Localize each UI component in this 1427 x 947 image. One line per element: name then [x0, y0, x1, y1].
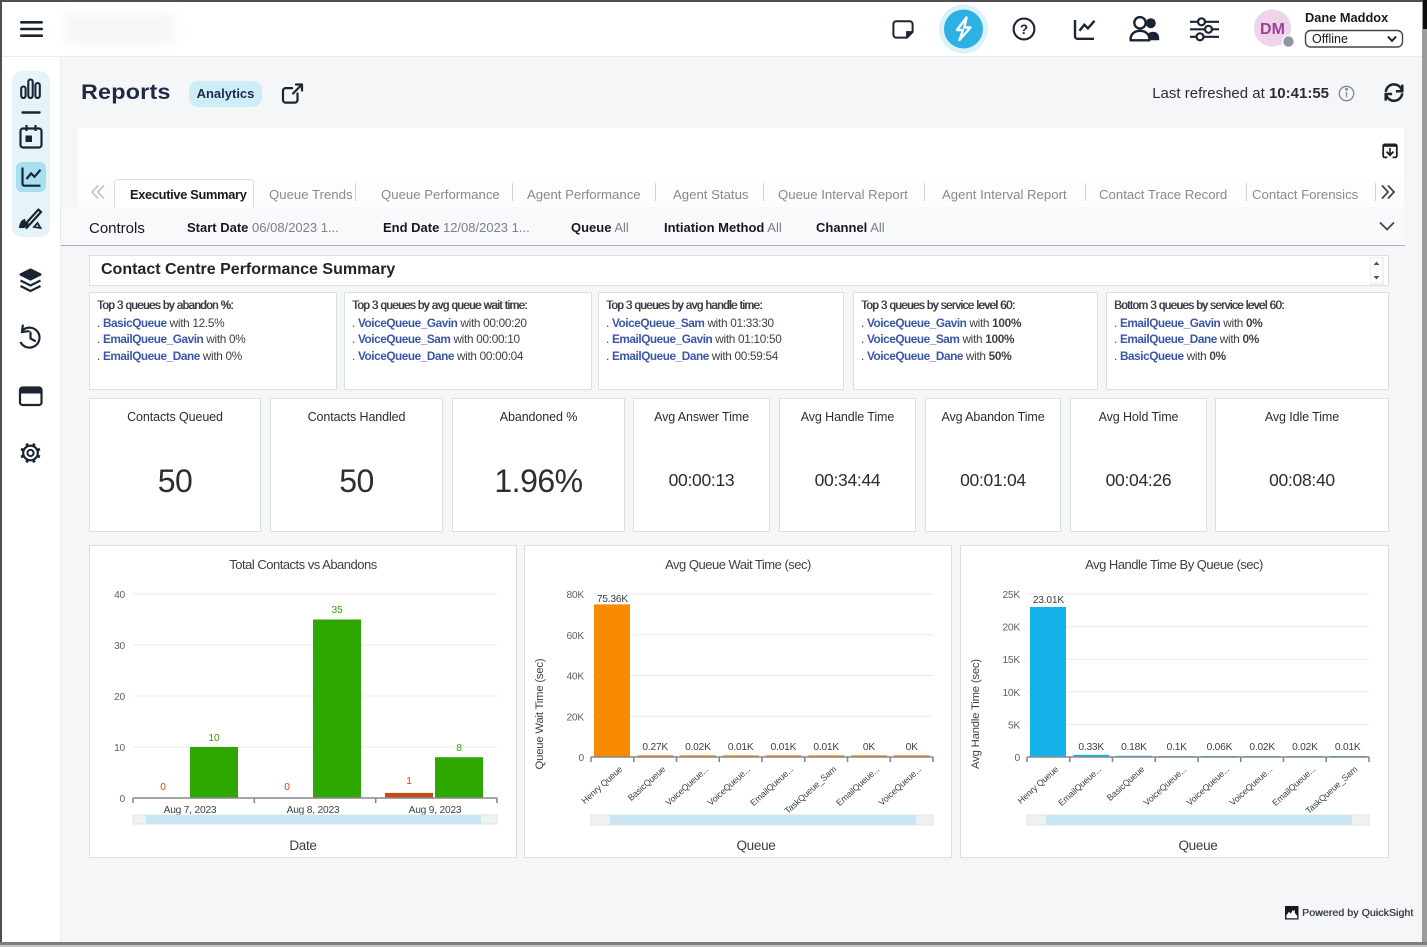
svg-text:20K: 20K — [1002, 623, 1020, 634]
svg-text:40: 40 — [114, 590, 125, 601]
svg-text:30: 30 — [114, 641, 125, 652]
svg-text:Avg Handle Time (sec): Avg Handle Time (sec) — [970, 659, 982, 769]
svg-text:75.36K: 75.36K — [597, 594, 628, 605]
svg-text:EmailQueue...: EmailQueue... — [748, 764, 795, 808]
svg-text:0.01K: 0.01K — [1335, 742, 1361, 753]
svg-text:VoiceQueue...: VoiceQueue... — [877, 764, 924, 808]
svg-text:35: 35 — [332, 605, 343, 616]
svg-text:Queue: Queue — [1178, 838, 1217, 853]
svg-text:0.33K: 0.33K — [1078, 742, 1104, 753]
svg-text:0: 0 — [160, 782, 166, 793]
svg-text:VoiceQueue...: VoiceQueue... — [1228, 764, 1275, 808]
svg-text:Total Contacts vs Abandons: Total Contacts vs Abandons — [229, 557, 377, 572]
svg-text:25K: 25K — [1002, 590, 1020, 601]
svg-text:15K: 15K — [1002, 655, 1020, 666]
svg-text:0.02K: 0.02K — [1249, 742, 1275, 753]
svg-text:20: 20 — [114, 692, 125, 703]
svg-text:Aug 8, 2023: Aug 8, 2023 — [287, 805, 340, 816]
svg-text:0.06K: 0.06K — [1207, 742, 1233, 753]
svg-text:60K: 60K — [566, 631, 584, 642]
svg-text:0.18K: 0.18K — [1121, 742, 1147, 753]
svg-text:0: 0 — [579, 753, 585, 764]
svg-text:10: 10 — [209, 733, 220, 744]
svg-text:VoiceQueue...: VoiceQueue... — [706, 764, 753, 808]
svg-text:10: 10 — [114, 743, 125, 754]
svg-text:0.27K: 0.27K — [642, 742, 668, 753]
svg-text:0.1K: 0.1K — [1167, 742, 1188, 753]
svg-text:?: ? — [1020, 22, 1028, 37]
svg-text:10K: 10K — [1002, 688, 1020, 699]
svg-text:Offline: Offline — [1312, 32, 1348, 46]
svg-text:Avg Queue Wait Time (sec): Avg Queue Wait Time (sec) — [665, 557, 811, 572]
svg-text:0: 0 — [1015, 753, 1021, 764]
svg-text:Henry Queue: Henry Queue — [1016, 764, 1061, 806]
svg-text:EmailQueue...: EmailQueue... — [834, 764, 881, 808]
svg-text:VoiceQueue...: VoiceQueue... — [1185, 764, 1232, 808]
svg-text:BasicQueue: BasicQueue — [626, 764, 668, 803]
svg-text:40K: 40K — [566, 672, 584, 683]
svg-text:Aug 9, 2023: Aug 9, 2023 — [409, 805, 462, 816]
svg-text:5K: 5K — [1008, 720, 1020, 731]
svg-text:20K: 20K — [566, 712, 584, 723]
svg-text:0.01K: 0.01K — [813, 742, 839, 753]
svg-text:0: 0 — [284, 782, 290, 793]
svg-text:Dane Maddox: Dane Maddox — [1305, 10, 1389, 25]
svg-text:Henry Queue: Henry Queue — [580, 764, 625, 806]
svg-text:0K: 0K — [906, 742, 918, 753]
svg-text:Aug 7, 2023: Aug 7, 2023 — [164, 805, 217, 816]
svg-text:8: 8 — [456, 743, 462, 754]
svg-text:0: 0 — [120, 794, 126, 805]
svg-text:Avg Handle Time By Queue (sec): Avg Handle Time By Queue (sec) — [1085, 557, 1263, 572]
svg-text:23.01K: 23.01K — [1033, 595, 1064, 606]
svg-text:BasicQueue: BasicQueue — [1105, 764, 1147, 803]
svg-text:0.02K: 0.02K — [685, 742, 711, 753]
svg-text:0.02K: 0.02K — [1292, 742, 1318, 753]
svg-text:Queue Wait Time (sec): Queue Wait Time (sec) — [534, 658, 546, 769]
svg-text:Date: Date — [289, 838, 316, 853]
svg-text:Queue: Queue — [736, 838, 775, 853]
svg-text:0.01K: 0.01K — [728, 742, 754, 753]
svg-text:0K: 0K — [863, 742, 875, 753]
svg-text:1: 1 — [406, 776, 412, 787]
svg-text:0.01K: 0.01K — [771, 742, 797, 753]
svg-text:DM: DM — [1260, 21, 1285, 38]
svg-text:EmailQueue...: EmailQueue... — [1056, 764, 1103, 808]
svg-text:VoiceQueue...: VoiceQueue... — [664, 764, 711, 808]
svg-text:80K: 80K — [566, 590, 584, 601]
svg-text:VoiceQueue...: VoiceQueue... — [1142, 764, 1189, 808]
